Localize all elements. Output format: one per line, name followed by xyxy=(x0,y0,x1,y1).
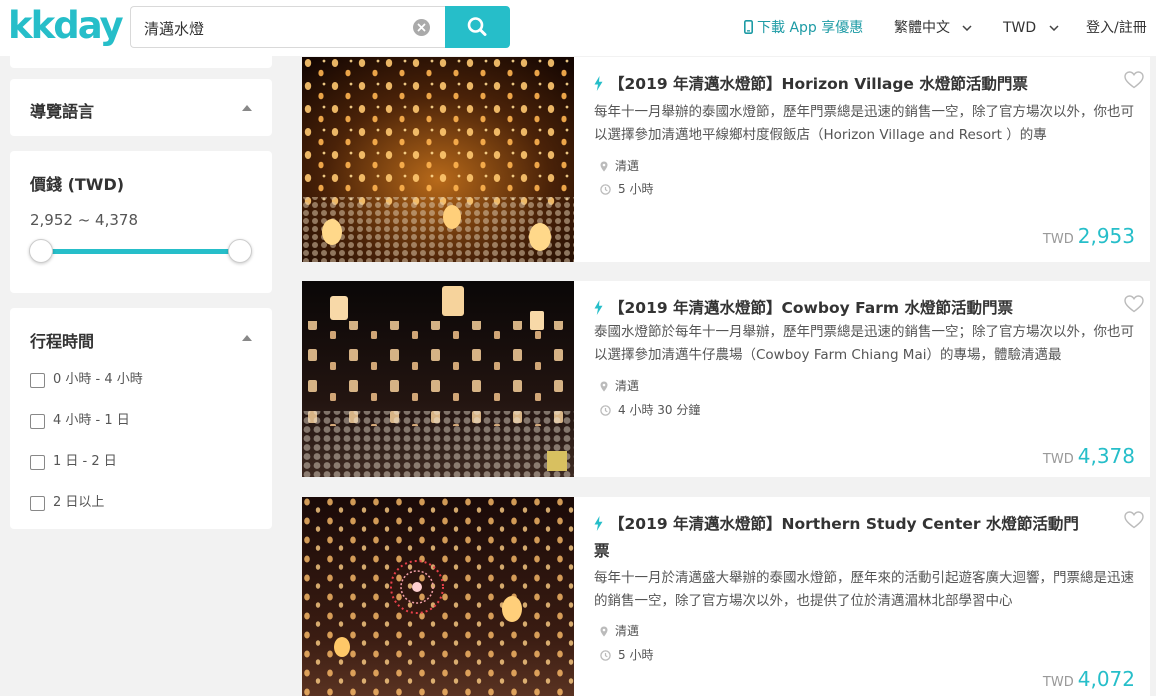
duration-option[interactable]: 0 小時 - 4 小時 xyxy=(30,372,143,390)
product-card[interactable]: 【2019 年清邁水燈節】Horizon Village 水燈節活動門票 每年十… xyxy=(302,57,1150,262)
product-card[interactable]: 【2019 年清邁水燈節】Northern Study Center 水燈節活動… xyxy=(302,497,1150,696)
price-slider-min-handle[interactable] xyxy=(29,239,53,263)
price-value: 2,953 xyxy=(1077,224,1135,248)
price-value: 4,072 xyxy=(1077,667,1135,691)
clear-search-icon[interactable] xyxy=(413,19,430,36)
currency-label: TWD xyxy=(1003,20,1037,36)
product-image[interactable] xyxy=(302,281,574,477)
price-currency: TWD xyxy=(1042,232,1074,247)
product-price: TWD 2,953 xyxy=(1043,224,1135,248)
chevron-down-icon xyxy=(1049,25,1059,31)
search-input[interactable]: 清邁水燈 xyxy=(130,6,446,48)
language-label: 繁體中文 xyxy=(894,20,950,36)
previous-filter-card xyxy=(10,56,272,68)
search-button[interactable] xyxy=(445,6,510,48)
price-currency: TWD xyxy=(1042,675,1074,690)
checkbox[interactable] xyxy=(30,454,45,470)
login-register-link[interactable]: 登入/註冊 xyxy=(1086,18,1147,38)
heart-icon[interactable] xyxy=(1124,511,1144,529)
product-card[interactable]: 【2019 年清邁水燈節】Cowboy Farm 水燈節活動門票 泰國水燈節於每… xyxy=(302,281,1150,477)
search-icon xyxy=(467,17,487,36)
price-slider-max-handle[interactable] xyxy=(228,239,252,263)
checkbox[interactable] xyxy=(30,413,45,429)
duration-filter: 行程時間 0 小時 - 4 小時 4 小時 - 1 日 1 日 - 2 日 2 … xyxy=(10,308,272,529)
search-bar: 清邁水燈 xyxy=(130,6,510,48)
checkbox[interactable] xyxy=(30,372,45,388)
price-slider-track[interactable] xyxy=(42,249,240,254)
product-location: 清邁 xyxy=(600,158,639,174)
product-description: 每年十一月於清邁盛大舉辦的泰國水燈節，歷年來的活動引起遊客廣大迴響，門票總是迅速… xyxy=(594,570,1134,609)
clock-icon xyxy=(600,405,611,416)
duration-option[interactable]: 4 小時 - 1 日 xyxy=(30,413,130,431)
guide-language-filter[interactable]: 導覽語言 xyxy=(10,79,272,136)
location-pin-icon xyxy=(600,626,608,637)
product-title[interactable]: 【2019 年清邁水燈節】Northern Study Center 水燈節活動… xyxy=(594,511,1084,565)
collapse-caret-icon[interactable] xyxy=(242,105,252,111)
product-description: 泰國水燈節於每年十一月舉辦，歷年門票總是迅速的銷售一空；除了官方場次以外，你也可… xyxy=(594,324,1134,363)
price-filter-title: 價錢 (TWD) xyxy=(30,175,125,194)
product-image[interactable] xyxy=(302,497,574,696)
product-price: TWD 4,378 xyxy=(1043,444,1135,468)
search-input-value: 清邁水燈 xyxy=(144,20,205,38)
location-pin-icon xyxy=(600,161,608,172)
download-app-label: 下載 App 享優惠 xyxy=(757,20,864,36)
mobile-phone-icon xyxy=(744,20,754,34)
checkbox[interactable] xyxy=(30,495,45,511)
product-title[interactable]: 【2019 年清邁水燈節】Cowboy Farm 水燈節活動門票 xyxy=(594,295,1084,322)
product-description: 每年十一月舉辦的泰國水燈節，歷年門票總是迅速的銷售一空，除了官方場次以外，你也可… xyxy=(594,104,1134,143)
lightning-icon xyxy=(594,76,603,91)
language-selector[interactable]: 繁體中文 xyxy=(894,18,972,38)
kkday-logo[interactable]: kkday xyxy=(8,4,124,48)
guide-language-title: 導覽語言 xyxy=(30,102,95,121)
product-location: 清邁 xyxy=(600,378,639,394)
clock-icon xyxy=(600,650,611,661)
location-pin-icon xyxy=(600,381,608,392)
product-image[interactable] xyxy=(302,57,574,262)
download-app-link[interactable]: 下載 App 享優惠 xyxy=(744,18,863,38)
heart-icon[interactable] xyxy=(1124,295,1144,313)
price-value: 4,378 xyxy=(1077,444,1135,468)
top-header: kkday 清邁水燈 下載 App 享優惠 繁體中文 TWD 登入/註冊 xyxy=(0,0,1156,56)
lightning-icon xyxy=(594,516,603,531)
product-location: 清邁 xyxy=(600,623,639,639)
chevron-down-icon xyxy=(962,25,972,31)
product-duration: 5 小時 xyxy=(600,647,653,663)
product-duration: 5 小時 xyxy=(600,181,653,197)
price-range-value: 2,952 ~ 4,378 xyxy=(30,211,138,229)
product-title[interactable]: 【2019 年清邁水燈節】Horizon Village 水燈節活動門票 xyxy=(594,71,1084,98)
currency-selector[interactable]: TWD xyxy=(1003,18,1059,38)
duration-filter-title: 行程時間 xyxy=(30,332,95,351)
clock-icon xyxy=(600,184,611,195)
price-currency: TWD xyxy=(1042,452,1074,467)
collapse-caret-icon[interactable] xyxy=(242,335,252,341)
duration-option[interactable]: 1 日 - 2 日 xyxy=(30,454,117,472)
lightning-icon xyxy=(594,300,603,315)
price-filter: 價錢 (TWD) 2,952 ~ 4,378 xyxy=(10,151,272,293)
product-duration: 4 小時 30 分鐘 xyxy=(600,402,700,418)
duration-option[interactable]: 2 日以上 xyxy=(30,495,104,513)
heart-icon[interactable] xyxy=(1124,71,1144,89)
product-price: TWD 4,072 xyxy=(1043,667,1135,691)
